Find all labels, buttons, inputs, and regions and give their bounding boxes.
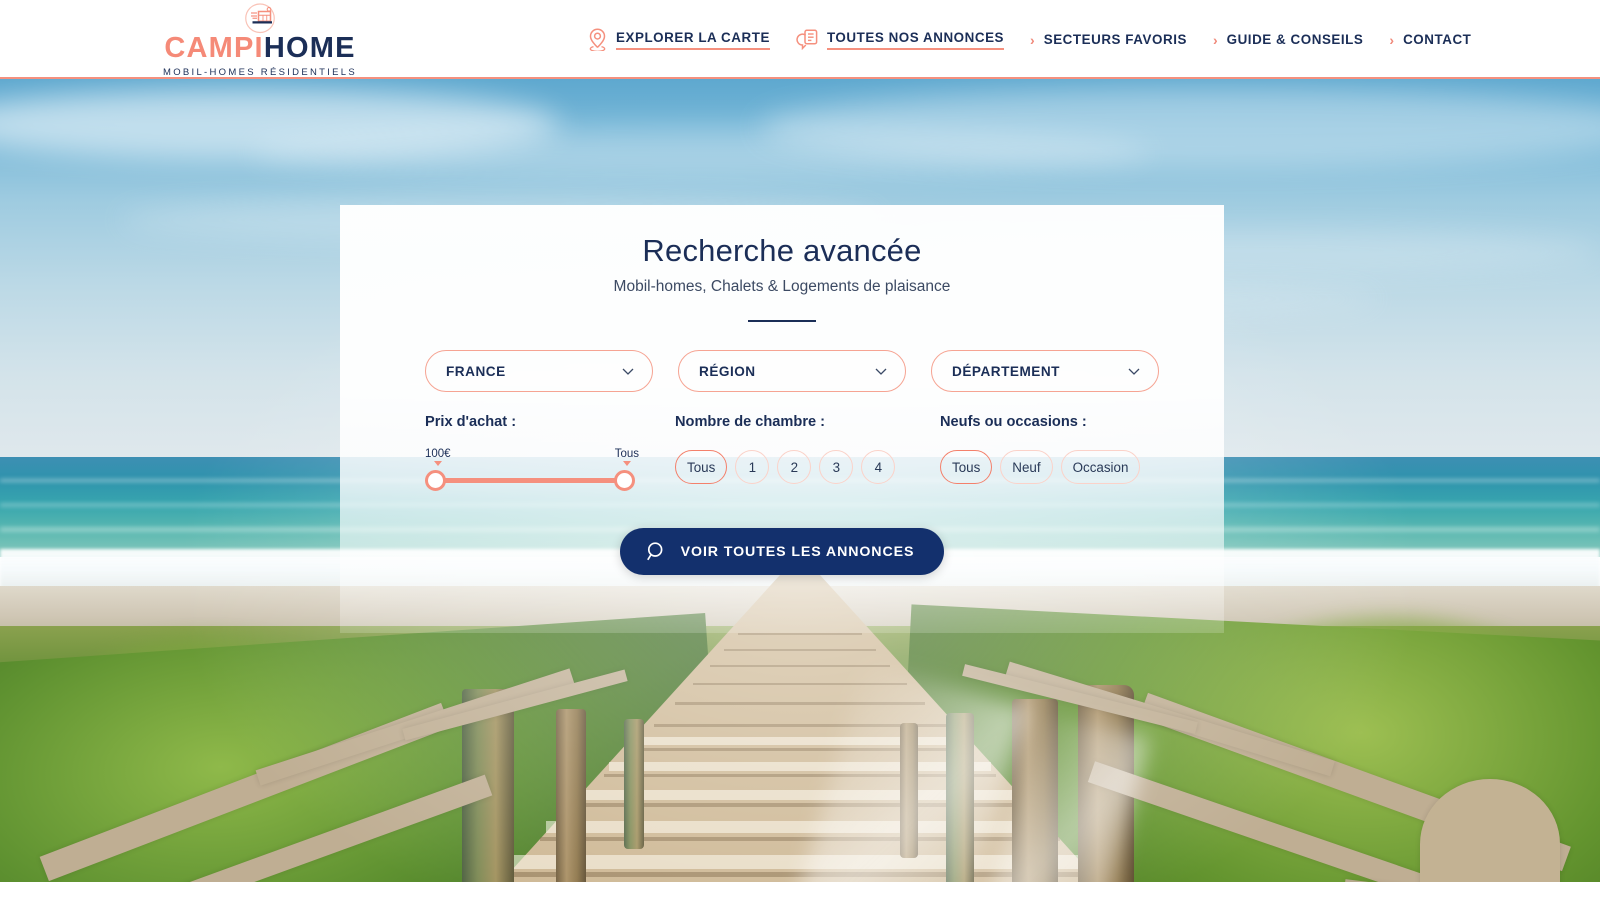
cta-row: VOIR TOUTES LES ANNONCES: [340, 528, 1224, 575]
price-max-value: Tous: [614, 448, 639, 460]
logo-tagline: MOBIL-HOMES RÉSIDENTIELS: [162, 67, 358, 78]
condition-filter-label: Neufs ou occasions :: [940, 414, 1087, 430]
rooms-option-1[interactable]: 1: [735, 450, 770, 484]
chevron-down-icon: [622, 368, 634, 375]
nav-label: CONTACT: [1403, 32, 1472, 47]
filter-group-condition: Neufs ou occasions : Tous Neuf Occasion: [940, 414, 1180, 494]
nav-label: SECTEURS FAVORIS: [1043, 32, 1187, 47]
page-title: Recherche avancée: [642, 233, 922, 268]
page-root: CAMPIHOME MOBIL-HOMES RÉSIDENTIELS EXPLO…: [0, 0, 1600, 904]
condition-option-neuf[interactable]: Neuf: [1000, 450, 1053, 484]
mobile-home-circle-icon: [245, 3, 275, 34]
slider-handle-min[interactable]: [425, 470, 446, 491]
tooltip-arrow-icon: [622, 461, 631, 466]
filter-group-price: Prix d'achat : 100€ Tous: [425, 414, 675, 494]
chevron-right-icon: ›: [1030, 31, 1035, 48]
advanced-search-card: Recherche avancée Mobil-homes, Chalets &…: [340, 205, 1224, 633]
price-min-value: 100€: [425, 448, 451, 460]
main-navigation: EXPLORER LA CARTE TOUTES NOS ANNONCES › …: [588, 0, 1471, 79]
cta-label: VOIR TOUTES LES ANNONCES: [680, 543, 915, 560]
filter-group-rooms: Nombre de chambre : Tous 1 2 3 4: [675, 414, 940, 494]
nav-item-toutes-nos-annonces[interactable]: TOUTES NOS ANNONCES: [796, 29, 1005, 50]
filters-row: Prix d'achat : 100€ Tous Nombre de chamb…: [425, 414, 1224, 494]
nav-item-explorer-la-carte[interactable]: EXPLORER LA CARTE: [588, 28, 770, 51]
title-divider: [748, 320, 816, 322]
nav-item-contact[interactable]: › CONTACT: [1389, 32, 1471, 47]
select-country-value: FRANCE: [446, 363, 506, 379]
nav-label: GUIDE & CONSEILS: [1226, 32, 1364, 47]
rooms-option-tous[interactable]: Tous: [675, 450, 728, 484]
price-max-tooltip: Tous: [615, 448, 639, 466]
rooms-option-4[interactable]: 4: [861, 450, 896, 484]
rooms-option-2[interactable]: 2: [777, 450, 812, 484]
nav-label: TOUTES NOS ANNONCES: [826, 30, 1005, 50]
site-header: CAMPIHOME MOBIL-HOMES RÉSIDENTIELS EXPLO…: [0, 0, 1600, 79]
site-logo[interactable]: CAMPIHOME MOBIL-HOMES RÉSIDENTIELS: [160, 2, 360, 78]
search-icon: [646, 541, 667, 562]
hero-section: Recherche avancée Mobil-homes, Chalets &…: [0, 79, 1600, 883]
nav-item-guide-conseils[interactable]: › GUIDE & CONSEILS: [1213, 32, 1363, 47]
select-region-value: RÉGION: [699, 363, 756, 379]
select-department-value: DÉPARTEMENT: [952, 363, 1060, 379]
condition-option-occasion[interactable]: Occasion: [1060, 450, 1141, 484]
condition-option-list: Tous Neuf Occasion: [940, 450, 1180, 484]
logo-wordmark: CAMPIHOME: [164, 34, 355, 63]
rooms-option-list: Tous 1 2 3 4: [675, 450, 940, 484]
slider-handle-max[interactable]: [614, 470, 635, 491]
listings-icon: [796, 29, 818, 50]
price-filter-label: Prix d'achat :: [425, 414, 517, 430]
select-country[interactable]: FRANCE: [425, 350, 653, 392]
nav-label: EXPLORER LA CARTE: [616, 30, 770, 50]
rooms-filter-label: Nombre de chambre :: [675, 414, 826, 430]
page-bottom-strip: [0, 882, 1600, 904]
chevron-right-icon: ›: [1389, 31, 1395, 48]
select-region[interactable]: RÉGION: [678, 350, 906, 392]
price-min-tooltip: 100€: [425, 448, 451, 466]
price-range-slider[interactable]: 100€ Tous: [425, 448, 639, 494]
logo-word-campi: CAMPI: [164, 32, 264, 64]
map-pin-icon: [588, 28, 607, 51]
see-all-listings-button[interactable]: VOIR TOUTES LES ANNONCES: [619, 528, 945, 575]
condition-option-tous[interactable]: Tous: [940, 450, 993, 484]
chevron-down-icon: [875, 368, 887, 375]
logo-word-home: HOME: [263, 32, 356, 64]
page-subtitle: Mobil-homes, Chalets & Logements de plai…: [613, 278, 951, 295]
tooltip-arrow-icon: [433, 461, 442, 466]
chevron-down-icon: [1128, 368, 1140, 375]
slider-track[interactable]: [431, 478, 629, 483]
chevron-right-icon: ›: [1212, 31, 1218, 48]
nav-item-secteurs-favoris[interactable]: › SECTEURS FAVORIS: [1030, 32, 1187, 47]
select-department[interactable]: DÉPARTEMENT: [931, 350, 1159, 392]
location-select-row: FRANCE RÉGION DÉPARTEMENT: [425, 350, 1224, 392]
rooms-option-3[interactable]: 3: [819, 450, 854, 484]
